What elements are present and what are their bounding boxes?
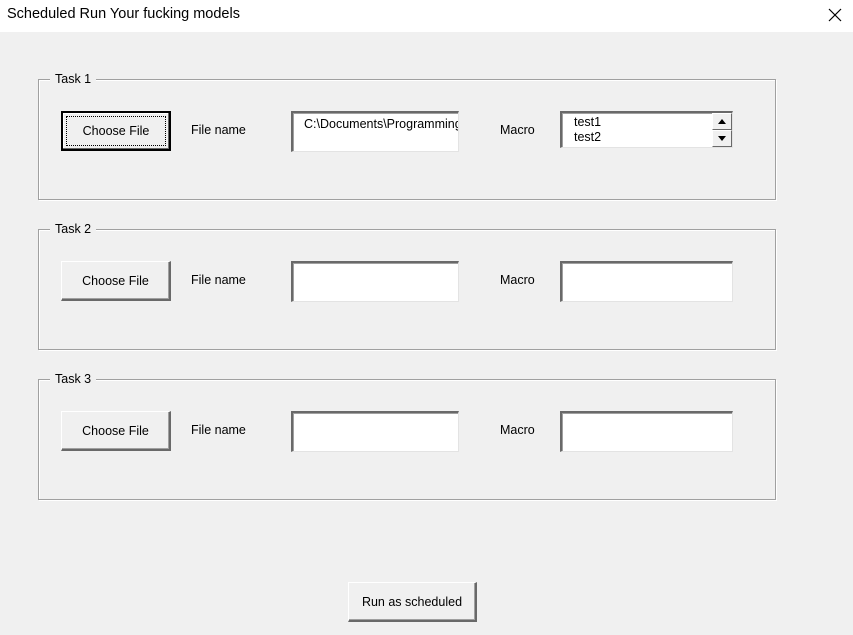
task-3-file-name-input[interactable] — [291, 411, 459, 452]
task-1-file-name-label: File name — [191, 123, 246, 137]
list-item[interactable]: test1 — [574, 115, 601, 130]
window-title: Scheduled Run Your fucking models — [7, 6, 240, 22]
task-1-legend: Task 1 — [50, 71, 97, 87]
task-1-group: Task 1 Choose File File name C:\Document… — [38, 71, 776, 200]
task-2-macro-listbox[interactable] — [560, 261, 733, 302]
task-3-macro-label: Macro — [500, 423, 535, 437]
macro-scrollbar[interactable] — [712, 113, 732, 147]
task-2-choose-file-button[interactable]: Choose File — [61, 261, 171, 301]
task-3-macro-listbox[interactable] — [560, 411, 733, 452]
task-1-choose-file-button[interactable]: Choose File — [61, 111, 171, 151]
chevron-up-icon — [718, 119, 726, 124]
task-2-file-name-label: File name — [191, 273, 246, 287]
task-1-macro-listbox[interactable]: test1 test2 — [560, 111, 733, 148]
task-3-choose-file-button[interactable]: Choose File — [61, 411, 171, 451]
title-bar: Scheduled Run Your fucking models — [0, 0, 853, 32]
task-3-group: Task 3 Choose File File name Macro — [38, 371, 776, 500]
scroll-down-button[interactable] — [712, 130, 732, 147]
chevron-down-icon — [718, 136, 726, 141]
close-icon — [828, 8, 842, 22]
task-2-legend: Task 2 — [50, 221, 97, 237]
task-2-group: Task 2 Choose File File name Macro — [38, 221, 776, 350]
choose-file-label: Choose File — [82, 124, 150, 138]
task-1-macro-label: Macro — [500, 123, 535, 137]
choose-file-label: Choose File — [82, 423, 149, 438]
task-1-file-name-input[interactable]: C:\Documents\Programming\ — [291, 111, 459, 152]
userform-window: Scheduled Run Your fucking models Task 1… — [0, 0, 853, 635]
task-2-file-name-input[interactable] — [291, 261, 459, 302]
list-item[interactable]: test2 — [574, 130, 601, 145]
task-3-file-name-label: File name — [191, 423, 246, 437]
choose-file-label: Choose File — [82, 273, 149, 288]
close-button[interactable] — [817, 0, 853, 30]
task-2-macro-label: Macro — [500, 273, 535, 287]
scroll-up-button[interactable] — [712, 113, 732, 130]
run-as-scheduled-label: Run as scheduled — [361, 594, 463, 609]
run-as-scheduled-button[interactable]: Run as scheduled — [348, 582, 477, 622]
task-3-legend: Task 3 — [50, 371, 97, 387]
